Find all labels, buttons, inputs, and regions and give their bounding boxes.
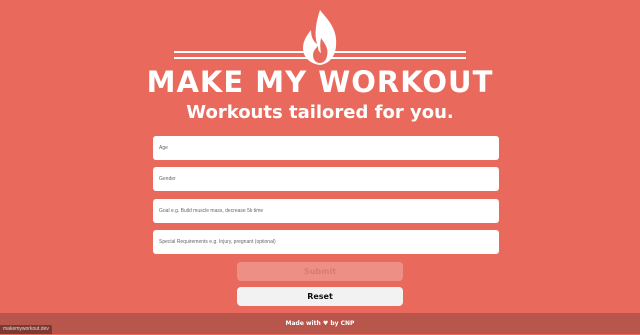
flame-icon (174, 10, 466, 65)
submit-button[interactable]: Submit (237, 262, 403, 281)
heart-icon: ♥ (322, 320, 329, 327)
gender-field[interactable] (153, 167, 499, 191)
reset-button[interactable]: Reset (237, 287, 403, 306)
tagline: Workouts tailored for you. (186, 102, 454, 123)
footer-by: by CNP (330, 320, 355, 327)
age-field[interactable] (153, 136, 499, 160)
status-url: makemyworkout.dev (0, 325, 52, 334)
footer: Made with ♥ by CNP (0, 313, 640, 334)
footer-made-with: Made with (285, 320, 321, 327)
goal-field[interactable] (153, 199, 499, 223)
special-requirements-field[interactable] (153, 230, 499, 254)
footer-credit: Made with ♥ by CNP (0, 313, 640, 335)
logo (0, 8, 640, 70)
page-title: MAKE MY WORKOUT (146, 65, 494, 99)
